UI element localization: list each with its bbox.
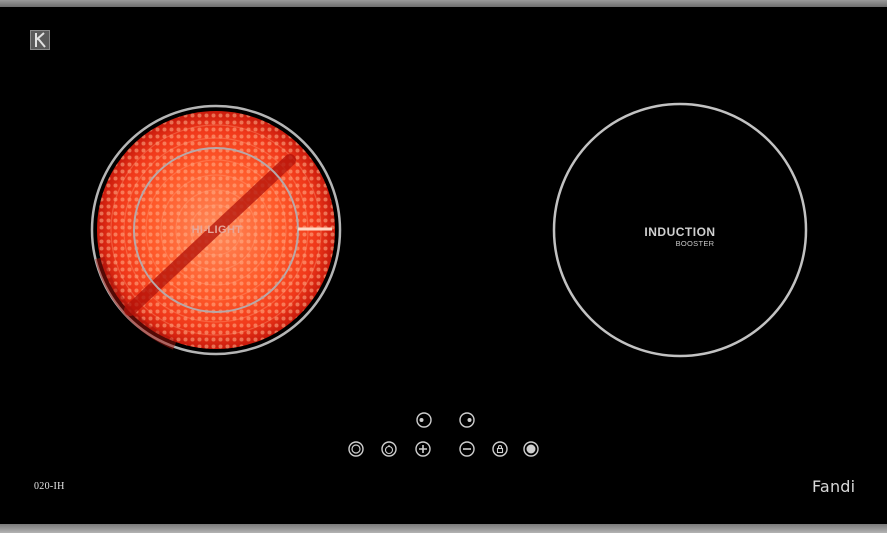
timer-button[interactable] [380,440,398,458]
zones-drawing [90,102,808,358]
model-number: 020-IH [34,481,65,492]
induction-label: INDUCTION [644,225,716,239]
lock-button[interactable] [491,440,509,458]
right-zone-select-button[interactable] [458,411,476,429]
timer-icon [381,441,397,457]
zone-right-icon [459,412,475,428]
hilight-label: HI-LIGHT [191,224,243,236]
boost-button[interactable] [522,440,540,458]
lock-icon [492,441,508,457]
left-zone-select-button[interactable] [415,411,433,429]
brand-name: Fandi [812,477,856,496]
cooktop-panel: HI-LIGHT INDUCTION BOOSTER 020-IH Fandi [0,0,887,533]
minus-button[interactable] [458,440,476,458]
booster-label: BOOSTER [675,239,715,248]
plus-icon [415,441,431,457]
boost-icon [523,441,539,457]
power-icon [348,441,364,457]
minus-icon [459,441,475,457]
zone-left-icon [416,412,432,428]
power-button[interactable] [347,440,365,458]
plus-button[interactable] [414,440,432,458]
